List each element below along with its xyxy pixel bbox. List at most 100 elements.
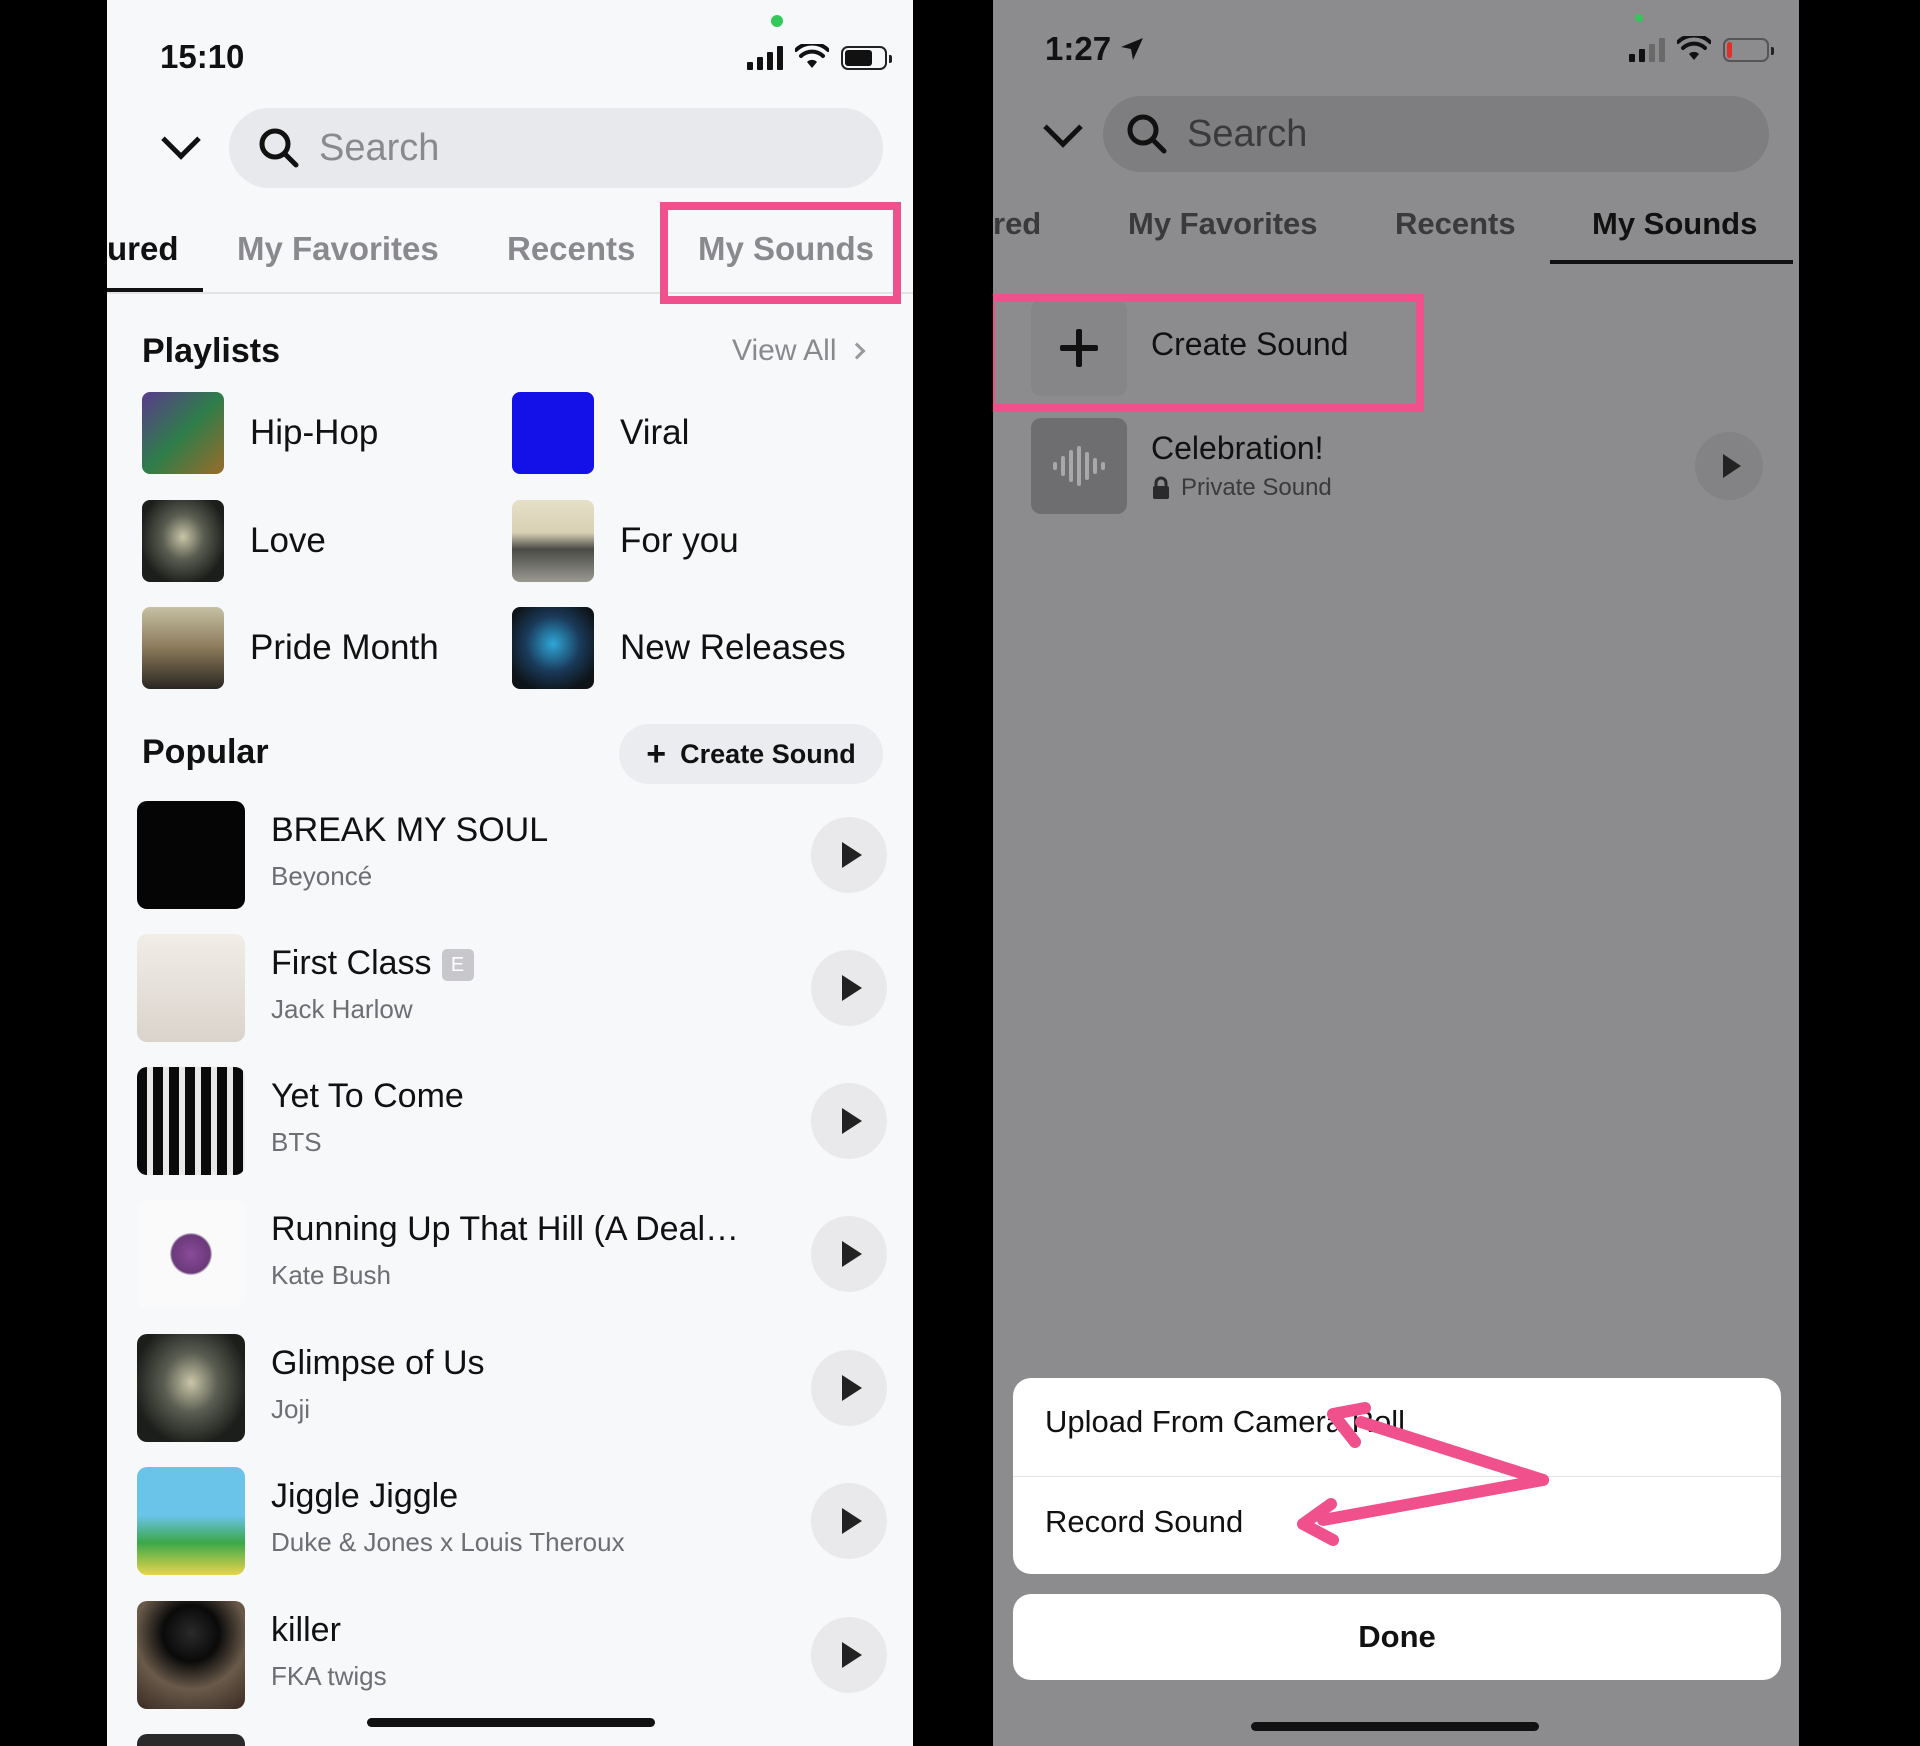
sound-subtitle-group: Private Sound <box>1151 474 1332 502</box>
play-icon <box>841 1241 862 1267</box>
play-button[interactable] <box>811 1083 887 1159</box>
play-button[interactable] <box>811 1216 887 1292</box>
cellular-signal-icon <box>747 46 783 70</box>
album-art <box>137 1200 245 1308</box>
play-icon <box>841 1508 862 1534</box>
tab-recents[interactable]: Recents <box>1395 206 1516 242</box>
album-art <box>137 1467 245 1575</box>
play-button[interactable] <box>811 950 887 1026</box>
done-button[interactable]: Done <box>1013 1594 1781 1680</box>
playlist-viral[interactable]: Viral <box>512 392 689 474</box>
song-title: Running Up That Hill (A Deal… <box>271 1210 740 1248</box>
playlist-label: Hip-Hop <box>250 413 379 452</box>
playlists-title: Playlists <box>142 332 280 370</box>
playlist-thumbnail <box>512 607 594 689</box>
view-all-link[interactable]: View All <box>732 334 866 368</box>
playlist-label: New Releases <box>620 628 846 667</box>
chevron-down-icon[interactable] <box>1043 108 1083 148</box>
tab-my-favorites[interactable]: My Favorites <box>237 230 439 268</box>
status-icons <box>747 44 892 70</box>
song-title: killer <box>271 1611 341 1649</box>
playlist-label: Love <box>250 521 326 560</box>
cellular-signal-icon <box>1629 38 1665 62</box>
song-row[interactable]: Yet To Come BTS <box>137 1067 887 1175</box>
song-title: First Class <box>271 944 432 982</box>
search-bar[interactable]: Search <box>1103 96 1769 172</box>
playlist-love[interactable]: Love <box>142 500 326 582</box>
tab-featured[interactable]: ured <box>107 230 179 268</box>
song-title: Jiggle Jiggle <box>271 1477 459 1515</box>
song-row[interactable]: Running Up That Hill (A Deal… Kate Bush <box>137 1200 887 1308</box>
playlist-label: Viral <box>620 413 690 452</box>
highlight-box-my-sounds <box>660 202 901 304</box>
right-screen: 1:27 Search red My Favorites Recents My … <box>993 0 1799 1746</box>
play-button[interactable] <box>811 1350 887 1426</box>
plus-icon: + <box>646 734 667 773</box>
popular-title: Popular <box>142 733 269 771</box>
tab-active-underline <box>1550 260 1793 264</box>
song-row[interactable]: Jiggle Jiggle Duke & Jones x Louis Thero… <box>137 1467 887 1575</box>
play-button[interactable] <box>811 1483 887 1559</box>
search-icon <box>1127 114 1167 154</box>
done-label: Done <box>1358 1619 1436 1654</box>
sound-row[interactable]: Celebration! Private Sound <box>1021 418 1771 514</box>
playlist-new-releases[interactable]: New Releases <box>512 607 846 689</box>
song-title: Yet To Come <box>271 1077 464 1115</box>
tab-featured[interactable]: red <box>993 206 1041 242</box>
song-artist: BTS <box>271 1127 322 1157</box>
song-row[interactable]: killer FKA twigs <box>137 1601 887 1709</box>
battery-icon <box>1723 38 1774 62</box>
song-artist: Joji <box>271 1394 311 1424</box>
song-artist: Duke & Jones x Louis Theroux <box>271 1527 625 1557</box>
search-icon <box>259 128 299 168</box>
playlist-pride-month[interactable]: Pride Month <box>142 607 439 689</box>
view-all-label: View All <box>732 334 837 367</box>
chevron-right-icon <box>848 342 866 360</box>
left-screen: 15:10 Search ured My Favorites Recents M… <box>107 0 913 1746</box>
status-time: 15:10 <box>160 38 245 75</box>
song-artist: Kate Bush <box>271 1260 391 1290</box>
chevron-down-icon[interactable] <box>161 120 201 160</box>
status-time: 1:27 <box>1045 30 1112 67</box>
song-artist: Jack Harlow <box>271 994 413 1024</box>
camera-indicator-dot <box>1635 14 1643 22</box>
play-icon <box>841 1642 862 1668</box>
album-art <box>137 801 245 909</box>
song-artist: FKA twigs <box>271 1661 387 1691</box>
play-button[interactable] <box>811 1617 887 1693</box>
tab-recents[interactable]: Recents <box>507 230 635 268</box>
highlight-box-create-sound <box>993 294 1424 412</box>
tab-my-favorites[interactable]: My Favorites <box>1128 206 1318 242</box>
playlist-hip-hop[interactable]: Hip-Hop <box>142 392 378 474</box>
record-sound-option[interactable]: Record Sound <box>1045 1504 1243 1540</box>
wifi-icon <box>795 44 829 68</box>
lock-icon <box>1153 476 1169 499</box>
song-row[interactable]: First Class E Jack Harlow <box>137 934 887 1042</box>
sound-subtitle: Private Sound <box>1181 474 1332 501</box>
playlist-label: Pride Month <box>250 628 439 667</box>
playlist-thumbnail <box>512 500 594 582</box>
play-icon <box>841 842 862 868</box>
song-artist: Beyoncé <box>271 861 373 891</box>
home-indicator[interactable] <box>1251 1722 1539 1731</box>
song-row[interactable]: BREAK MY SOUL Beyoncé <box>137 801 887 909</box>
song-row[interactable]: Glimpse of Us Joji <box>137 1334 887 1442</box>
search-bar[interactable]: Search <box>229 108 883 188</box>
playlist-thumbnail <box>142 392 224 474</box>
wifi-icon <box>1677 36 1711 60</box>
create-sound-button[interactable]: + Create Sound <box>619 724 883 784</box>
home-indicator[interactable] <box>367 1718 655 1727</box>
camera-indicator-dot <box>771 15 783 27</box>
playlist-for-you[interactable]: For you <box>512 500 739 582</box>
location-arrow-icon <box>1121 38 1144 60</box>
play-icon <box>1722 454 1741 478</box>
tab-my-sounds[interactable]: My Sounds <box>1592 206 1757 242</box>
sound-title: Celebration! <box>1151 430 1324 466</box>
play-button[interactable] <box>811 817 887 893</box>
annotation-arrows <box>1297 1402 1549 1546</box>
song-title: BREAK MY SOUL <box>271 811 549 849</box>
song-title-wrap: First Class E <box>271 944 474 983</box>
battery-icon <box>841 46 892 70</box>
explicit-badge: E <box>441 949 474 982</box>
play-button[interactable] <box>1695 432 1763 500</box>
